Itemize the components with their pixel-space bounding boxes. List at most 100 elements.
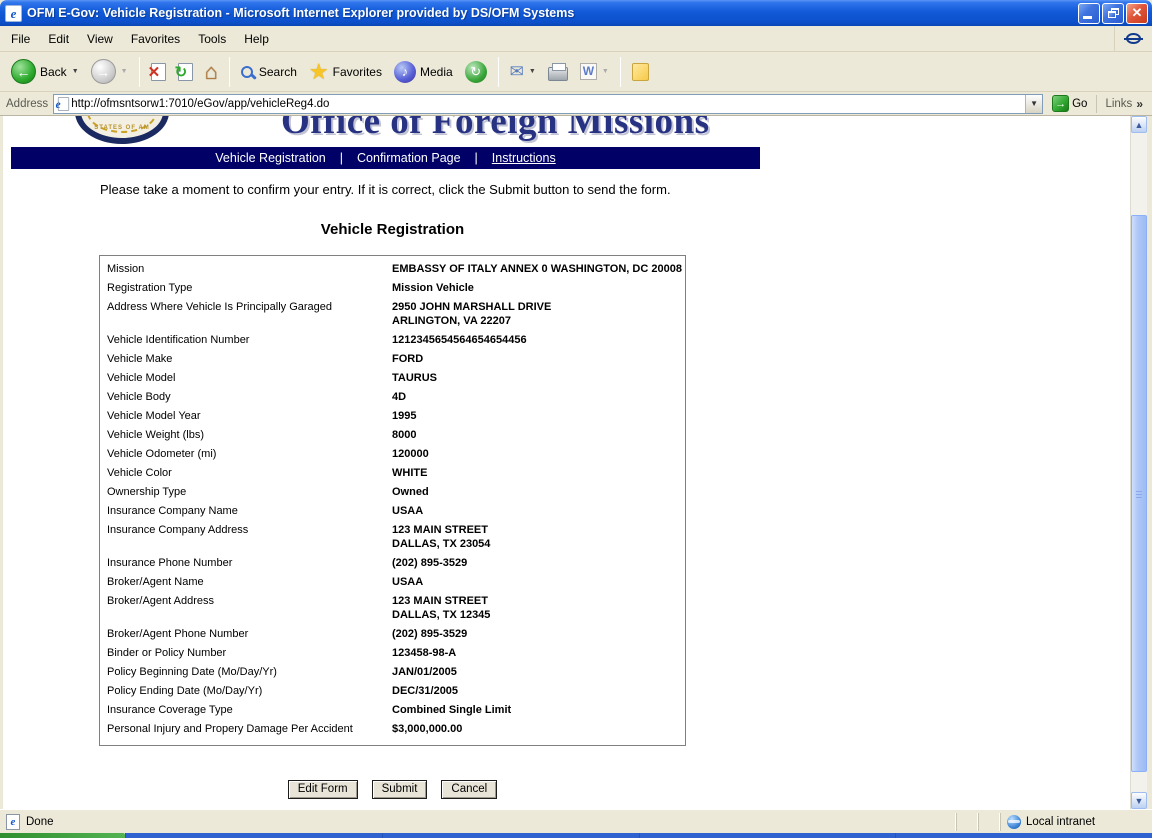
links-bar[interactable]: Links » <box>1096 95 1149 113</box>
scrollbar-thumb[interactable] <box>1131 215 1147 772</box>
menu-bar: FileEditViewFavoritesToolsHelp <box>0 26 1152 52</box>
status-pane-empty <box>978 813 1000 831</box>
minimize-icon <box>1083 16 1092 19</box>
field-value: USAA <box>392 575 685 589</box>
toolbar-separator <box>620 57 621 87</box>
field-value-line: DALLAS, TX 23054 <box>392 537 685 551</box>
forward-button[interactable]: → ▼ <box>86 56 133 87</box>
links-label: Links <box>1105 98 1132 110</box>
scroll-down-button[interactable]: ▼ <box>1131 792 1147 809</box>
field-value: DEC/31/2005 <box>392 684 685 698</box>
table-row: Vehicle Body4D <box>100 388 685 407</box>
history-button[interactable]: ↻ <box>460 58 492 86</box>
page-navigation-bar: Vehicle Registration|Confirmation Page|I… <box>11 147 760 169</box>
search-label: Search <box>259 65 297 79</box>
mail-button[interactable]: ✉ ▼ <box>505 61 541 83</box>
status-bar: e Done Local intranet <box>0 809 1152 833</box>
ie-brand-logo <box>1114 26 1152 51</box>
status-text: Done <box>26 816 54 828</box>
field-value: TAURUS <box>392 371 685 385</box>
search-icon <box>241 66 253 78</box>
menu-item-view[interactable]: View <box>78 28 122 50</box>
field-label: Insurance Phone Number <box>100 556 392 570</box>
print-button[interactable] <box>543 60 573 84</box>
field-label: Insurance Coverage Type <box>100 703 392 717</box>
standard-toolbar: ← Back ▼ → ▼ ✕ ↻ ⌂ Search ★ Favorites ♪ … <box>0 52 1152 92</box>
edit-with-word-button[interactable]: W ▼ <box>575 60 614 83</box>
field-label: Policy Ending Date (Mo/Day/Yr) <box>100 684 392 698</box>
field-value: 8000 <box>392 428 685 442</box>
field-label: Vehicle Identification Number <box>100 333 392 347</box>
field-value-line: 120000 <box>392 447 685 461</box>
field-value: 123 MAIN STREETDALLAS, TX 12345 <box>392 594 685 622</box>
field-value: EMBASSY OF ITALY ANNEX 0 WASHINGTON, DC … <box>392 262 685 276</box>
note-icon <box>632 63 649 81</box>
edit-form-button[interactable]: Edit Form <box>288 780 358 799</box>
menu-item-tools[interactable]: Tools <box>189 28 235 50</box>
field-label: Vehicle Body <box>100 390 392 404</box>
table-row: Vehicle Weight (lbs)8000 <box>100 426 685 445</box>
field-label: Broker/Agent Address <box>100 594 392 622</box>
table-row: Broker/Agent Phone Number(202) 895-3529 <box>100 625 685 644</box>
refresh-button[interactable]: ↻ <box>173 60 198 84</box>
field-value-line: 123 MAIN STREET <box>392 594 685 608</box>
field-value-line: 8000 <box>392 428 685 442</box>
nav-separator: | <box>475 151 478 165</box>
field-label: Ownership Type <box>100 485 392 499</box>
scrollbar-track[interactable] <box>1131 133 1147 792</box>
field-label: Vehicle Odometer (mi) <box>100 447 392 461</box>
scroll-up-button[interactable]: ▲ <box>1131 116 1147 133</box>
menu-item-edit[interactable]: Edit <box>39 28 78 50</box>
table-row: Vehicle ColorWHITE <box>100 464 685 483</box>
back-button[interactable]: ← Back ▼ <box>6 56 84 87</box>
table-row: Broker/Agent Address123 MAIN STREETDALLA… <box>100 592 685 625</box>
menu-item-help[interactable]: Help <box>235 28 278 50</box>
favorites-button[interactable]: ★ Favorites <box>304 59 387 85</box>
go-button[interactable]: → Go <box>1048 95 1091 112</box>
back-dropdown-icon[interactable]: ▼ <box>72 68 79 75</box>
start-button-edge[interactable] <box>0 833 125 838</box>
links-chevron-icon[interactable]: » <box>1136 97 1143 111</box>
mail-dropdown-icon[interactable]: ▼ <box>529 68 536 75</box>
media-button[interactable]: ♪ Media <box>389 58 458 86</box>
menu-item-favorites[interactable]: Favorites <box>122 28 189 50</box>
cancel-button[interactable]: Cancel <box>441 780 497 799</box>
table-row: Registration TypeMission Vehicle <box>100 279 685 298</box>
nav-item-instructions[interactable]: Instructions <box>492 151 556 165</box>
table-row: Vehicle Model Year1995 <box>100 407 685 426</box>
home-icon: ⌂ <box>205 62 218 82</box>
field-label: Insurance Company Name <box>100 504 392 518</box>
minimize-button[interactable] <box>1078 3 1100 24</box>
mail-icon: ✉ <box>510 64 524 80</box>
field-value-line: (202) 895-3529 <box>392 556 685 570</box>
field-label: Vehicle Model Year <box>100 409 392 423</box>
taskbar-items[interactable] <box>125 833 1152 838</box>
field-value: Owned <box>392 485 685 499</box>
menu-item-file[interactable]: File <box>2 28 39 50</box>
field-label: Binder or Policy Number <box>100 646 392 660</box>
page-content: STATES OF AM Office of Foreign Missions … <box>3 116 1130 809</box>
browser-window: e OFM E-Gov: Vehicle Registration - Micr… <box>0 0 1152 838</box>
stop-button[interactable]: ✕ <box>146 60 171 84</box>
close-button[interactable]: ✕ <box>1126 3 1148 24</box>
refresh-icon: ↻ <box>178 63 193 81</box>
table-row: Vehicle Identification Number12123456545… <box>100 331 685 350</box>
home-button[interactable]: ⌂ <box>200 59 223 85</box>
restore-button[interactable] <box>1102 3 1124 24</box>
search-button[interactable]: Search <box>236 62 302 82</box>
address-input[interactable]: e http://ofmsntsorw1:7010/eGov/app/vehic… <box>53 94 1043 114</box>
media-label: Media <box>420 65 453 79</box>
field-value-line: 123458-98-A <box>392 646 685 660</box>
field-label: Policy Beginning Date (Mo/Day/Yr) <box>100 665 392 679</box>
address-dropdown-icon[interactable]: ▼ <box>1025 95 1042 113</box>
field-value-line: DALLAS, TX 12345 <box>392 608 685 622</box>
form-action-buttons: Edit Form Submit Cancel <box>99 780 686 799</box>
field-value: 1995 <box>392 409 685 423</box>
discuss-button[interactable] <box>627 60 654 84</box>
submit-button[interactable]: Submit <box>372 780 428 799</box>
field-value: JAN/01/2005 <box>392 665 685 679</box>
vertical-scrollbar[interactable]: ▲ ▼ <box>1130 116 1147 809</box>
field-value: WHITE <box>392 466 685 480</box>
address-bar: Address e http://ofmsntsorw1:7010/eGov/a… <box>0 92 1152 116</box>
windows-taskbar[interactable] <box>0 833 1152 838</box>
